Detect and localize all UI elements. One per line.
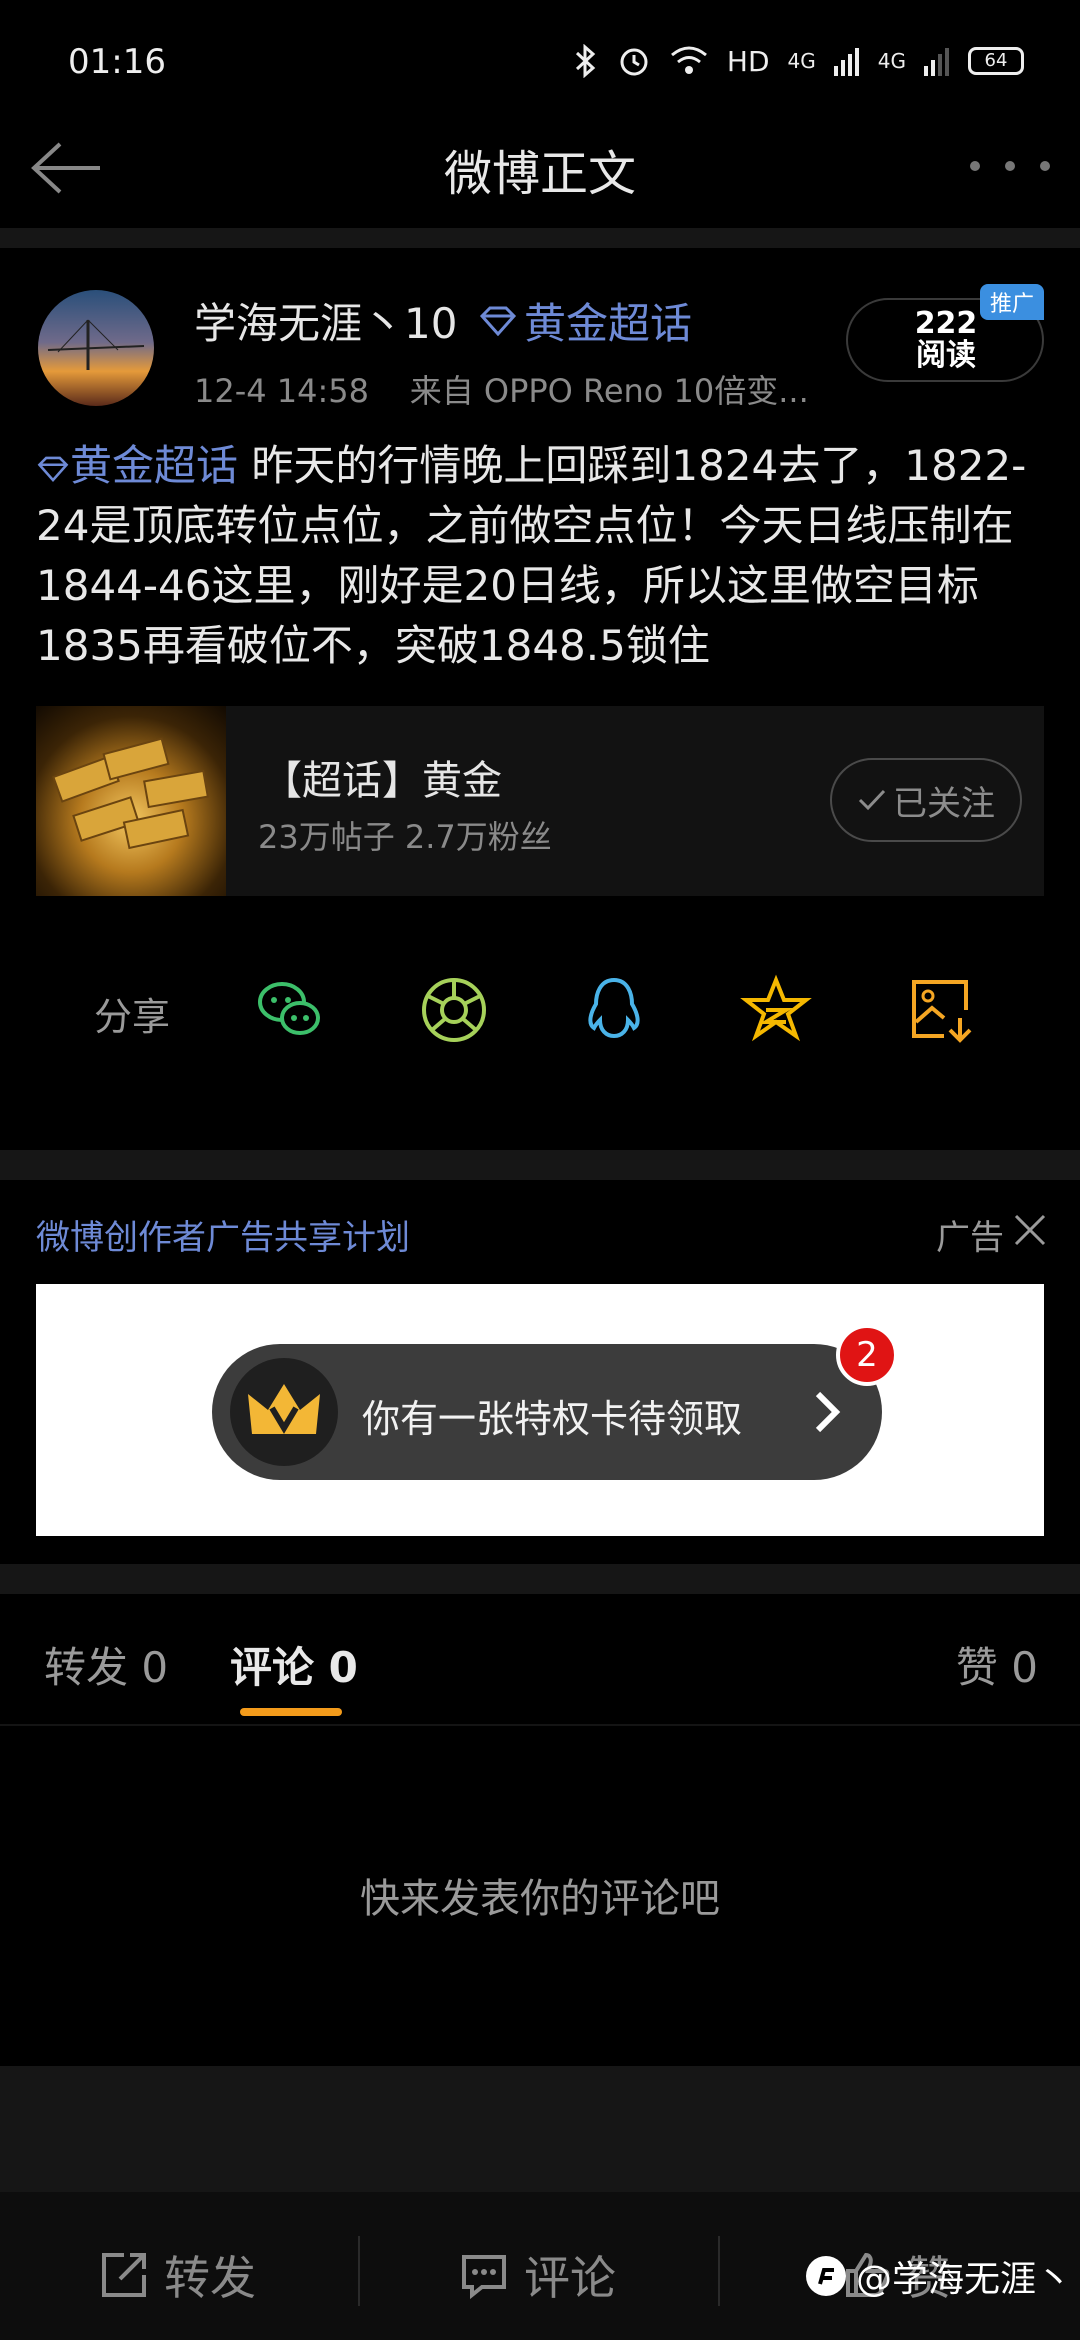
topic-stats: 23万帖子 2.7万粉丝 [258, 818, 552, 856]
divider [718, 2236, 720, 2306]
divider [0, 1724, 1080, 1726]
bluetooth-icon [575, 44, 596, 78]
post-card: 学海无涯丶10 黄金超话 12-4 14:58 来自 OPPO Reno 10倍… [0, 248, 1080, 1148]
topic-badge-label: 黄金超话 [524, 299, 693, 348]
topic-card[interactable]: 【超话】黄金 23万帖子 2.7万粉丝 已关注 [36, 706, 1044, 896]
active-tab-indicator [240, 1708, 342, 1716]
alarm-icon [620, 48, 648, 76]
post-meta: 12-4 14:58 来自 OPPO Reno 10倍变... [194, 366, 809, 412]
qq-icon[interactable] [578, 974, 650, 1046]
follow-label: 已关注 [893, 783, 995, 824]
crown-icon [230, 1358, 338, 1466]
avatar[interactable] [38, 290, 154, 406]
share-row: 分享 [0, 948, 1080, 1068]
network-indicator-2: 4G [877, 49, 906, 73]
divider [0, 1564, 1080, 1594]
post-time: 12-4 14:58 [194, 372, 370, 410]
wifi-icon [670, 46, 707, 74]
ad-banner-text: 你有一张特权卡待领取 [362, 1397, 743, 1441]
signal-icon [924, 48, 949, 76]
more-dot [1040, 161, 1050, 171]
battery-indicator: 64 [968, 47, 1024, 75]
post-source: 来自 OPPO Reno 10倍变... [409, 372, 809, 410]
divider [0, 228, 1080, 248]
ad-banner[interactable]: 你有一张特权卡待领取 2 [36, 1284, 1044, 1536]
divider [0, 1150, 1080, 1180]
status-icons: HD 4G 4G 64 [573, 44, 1024, 78]
more-button[interactable] [970, 136, 1050, 196]
check-icon [858, 789, 886, 811]
repost-button[interactable]: 转发 [98, 2242, 256, 2308]
topic-thumbnail [36, 706, 226, 896]
ad-program-label[interactable]: 微博创作者广告共享计划 [36, 1210, 410, 1259]
topic-title: 【超话】黄金 [262, 758, 502, 804]
chevron-right-icon [815, 1391, 841, 1433]
comment-button[interactable]: 评论 [458, 2242, 616, 2308]
comment-icon [462, 2255, 506, 2300]
more-dot [970, 161, 980, 171]
signal-icon [833, 48, 859, 76]
comment-label: 评论 [524, 2251, 616, 2305]
tab-like[interactable]: 赞 0 [956, 1634, 1038, 1695]
save-image-icon[interactable] [904, 974, 976, 1046]
notification-badge: 2 [836, 1324, 898, 1386]
tab-comment[interactable]: 评论 0 [230, 1634, 358, 1695]
diamond-icon [479, 306, 517, 336]
hd-indicator: HD [726, 44, 770, 78]
ad-tag: 广告 [936, 1218, 1004, 1258]
tab-repost[interactable]: 转发 0 [44, 1634, 168, 1695]
author-name[interactable]: 学海无涯丶10 [194, 290, 457, 351]
topic-link[interactable]: 黄金超话 [36, 441, 238, 490]
read-count-pill[interactable]: 222 阅读 推广 [846, 284, 1044, 382]
watermark-text: @学海无涯丶 [855, 2259, 1072, 2300]
ad-section: 微博创作者广告共享计划 广告 你有一张特权卡待领取 2 [0, 1180, 1080, 1560]
privilege-card-pill[interactable]: 你有一张特权卡待领取 [212, 1344, 882, 1480]
qzone-icon[interactable] [740, 974, 812, 1046]
repost-label: 转发 [164, 2251, 256, 2305]
topic-badge[interactable]: 黄金超话 [478, 290, 692, 351]
header: 微博正文 [0, 110, 1080, 220]
share-label: 分享 [94, 995, 171, 1039]
avatar-image [47, 319, 145, 370]
watermark: @学海无涯丶 [804, 2250, 1072, 2302]
status-time: 01:16 [68, 42, 166, 82]
close-icon[interactable] [1010, 1210, 1050, 1250]
more-dot [1005, 161, 1015, 171]
share-icon [102, 2253, 146, 2297]
spacer [0, 2066, 1080, 2192]
page-title: 微博正文 [443, 146, 636, 202]
promo-tag: 推广 [979, 284, 1044, 320]
divider [358, 2236, 360, 2306]
wechat-icon[interactable] [254, 974, 326, 1046]
empty-comment-hint: 快来发表你的评论吧 [360, 1876, 720, 1922]
bottom-action-bar: 转发 评论 赞 @学海无涯丶 [0, 2192, 1080, 2340]
diamond-icon [37, 456, 69, 482]
weibo-logo-icon [805, 2256, 846, 2296]
comment-tabs: 转发 0 评论 0 赞 0 [0, 1594, 1080, 1724]
moments-icon[interactable] [418, 974, 490, 1046]
network-indicator-1: 4G [787, 49, 816, 73]
post-text: 黄金超话 昨天的行情晚上回踩到1824去了，1822-24是顶底转位点位，之前做… [36, 436, 1046, 676]
read-count: 222 阅读 [914, 306, 978, 373]
follow-button[interactable]: 已关注 [830, 758, 1022, 842]
